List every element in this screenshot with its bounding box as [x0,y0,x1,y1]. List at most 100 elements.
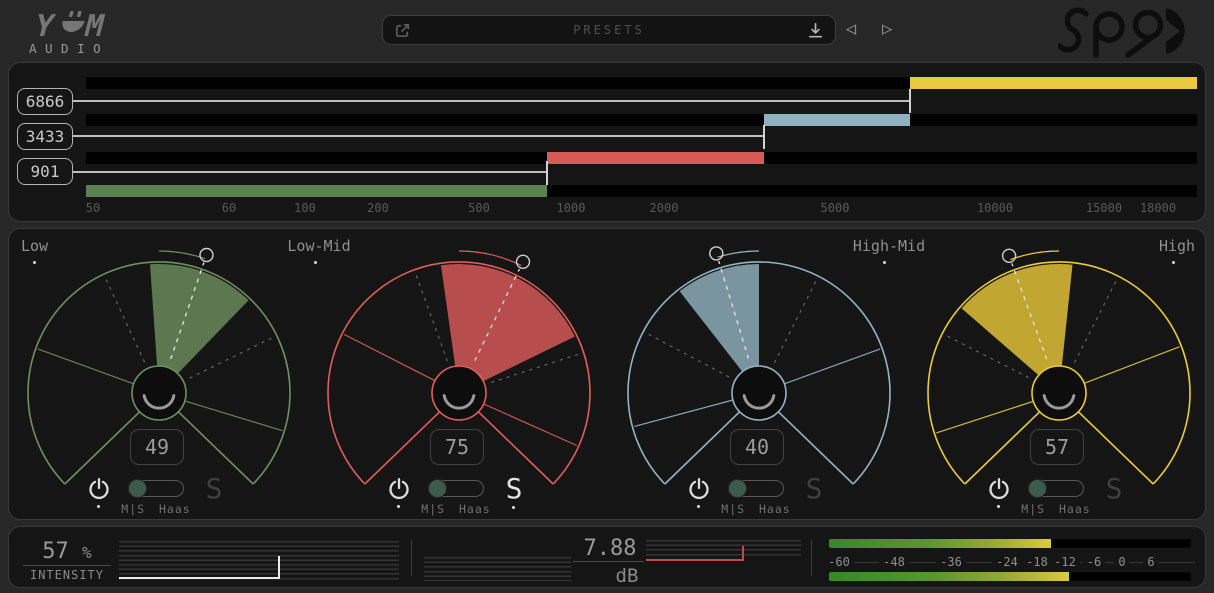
solo-button[interactable]: S [799,475,829,503]
output-meter-right [829,572,1191,581]
svg-text:Y: Y [31,9,58,43]
crossover-handle[interactable] [763,125,765,149]
freq-axis-label: 2000 [650,201,679,215]
output-meter-left [829,539,1191,548]
width-db-unit: dB [601,565,653,587]
ms-haas-label: M|S Haas [96,502,216,516]
width-db-progress [646,559,744,561]
next-preset-button[interactable]: ▷ [882,19,892,39]
presets-menu[interactable]: PRESETS [382,15,836,45]
spread-value-box[interactable]: 75 [430,429,484,465]
crossover-line [73,171,547,173]
sprd-plugin-window: Y M AUDIO PRESETS ◁ ▷ [0,0,1214,593]
toggle-knob[interactable] [128,479,147,498]
footer-bar: 57 % INTENSITY 7.88 dB -60-48-36-24-18-1… [8,526,1206,588]
spread-dials-panel: Low Low-Mid High-Mid High 49 M|S Haas S … [8,228,1206,520]
crossover-line [73,100,910,102]
freq-axis-label: 50 [86,201,100,215]
footer-divider [411,540,412,576]
crossover-freq-box[interactable]: 901 [17,158,73,185]
freq-axis-label: 15000 [1086,201,1122,215]
spread-value: 57 [1045,435,1069,459]
power-icon[interactable] [387,477,411,501]
freq-axis-label: 100 [294,201,316,215]
solo-button[interactable]: S [499,475,529,503]
intensity-marker[interactable] [278,556,280,579]
intensity-divider [23,565,111,566]
meter-scale-label: 6 [1143,555,1158,569]
crossover-handle[interactable] [546,161,548,185]
width-db-divider [573,561,644,562]
intensity-value: 57 % [23,539,111,564]
dial-group-low: 49 M|S Haas S [9,229,309,521]
intensity-unit: % [82,543,92,562]
freq-axis-label: 5000 [821,201,850,215]
crossover-handle[interactable] [909,89,911,113]
dial-group-high-mid: 40 M|S Haas S [609,229,909,521]
crossover-line [73,135,764,137]
freq-axis-label: 200 [367,201,389,215]
ms-haas-label: M|S Haas [996,502,1116,516]
width-slider-positive[interactable] [646,540,801,557]
power-icon[interactable] [987,477,1011,501]
ms-haas-label: M|S Haas [696,502,816,516]
freq-axis-label: 500 [468,201,490,215]
freq-axis-label: 10000 [977,201,1013,215]
crossover-freq-box[interactable]: 3433 [17,123,73,150]
solo-indicator-dot [512,506,515,509]
ms-haas-toggle[interactable] [128,480,184,497]
intensity-slider[interactable] [119,541,399,580]
spread-value: 75 [445,435,469,459]
meter-scale-label: -24 [992,555,1022,569]
meter-scale-label: -48 [879,555,909,569]
width-db-marker[interactable] [742,546,744,560]
svg-text:AUDIO: AUDIO [29,41,109,56]
power-icon[interactable] [687,477,711,501]
width-slider-negative[interactable] [424,557,571,581]
band-range-high [910,77,1197,89]
power-icon[interactable] [87,477,111,501]
band-splitter-panel: 6866 3433 901 50 60 100 200 500 1000 2000 5000 1000… [8,62,1206,222]
svg-text:M: M [81,9,108,43]
solo-button[interactable]: S [199,475,229,503]
band-range-low-mid [547,152,764,164]
toggle-knob[interactable] [1028,479,1047,498]
intensity-number: 57 [42,539,69,564]
ms-haas-label: M|S Haas [396,502,516,516]
header-bar: Y M AUDIO PRESETS ◁ ▷ [0,0,1214,62]
download-preset-icon[interactable] [806,21,825,40]
ms-haas-toggle[interactable] [1028,480,1084,497]
prev-preset-button[interactable]: ◁ [846,19,856,39]
intensity-progress [119,577,279,579]
dial-group-low-mid: 75 M|S Haas S [309,229,609,521]
toggle-knob[interactable] [728,479,747,498]
presets-label: PRESETS [383,23,835,37]
intensity-label: INTENSITY [19,568,115,582]
meter-scale-label: -60 [824,555,854,569]
ms-haas-toggle[interactable] [428,480,484,497]
crossover-freq-box[interactable]: 6866 [17,88,73,115]
solo-button[interactable]: S [1099,475,1129,503]
spread-value: 49 [145,435,169,459]
spread-value-box[interactable]: 49 [130,429,184,465]
ms-haas-toggle[interactable] [728,480,784,497]
spread-value-box[interactable]: 57 [1030,429,1084,465]
toggle-knob[interactable] [428,479,447,498]
width-db-value: 7.88 [565,536,655,561]
dial-group-high: 57 M|S Haas S [909,229,1209,521]
freq-axis-label: 18000 [1140,201,1176,215]
spread-value: 40 [745,435,769,459]
band-range-low [86,185,547,197]
band-range-high-mid [764,114,910,126]
freq-axis-label: 60 [222,201,236,215]
meter-scale-label: 0 [1114,555,1129,569]
meter-scale-label: -12 [1050,555,1080,569]
meter-scale-label: -36 [936,555,966,569]
band-track [86,114,1197,126]
freq-axis-label: 1000 [557,201,586,215]
meter-scale-label: -6 [1083,555,1105,569]
spread-value-box[interactable]: 40 [730,429,784,465]
sprd-logo [1058,4,1208,58]
yum-audio-logo: Y M AUDIO [16,8,126,56]
footer-divider [811,540,812,576]
